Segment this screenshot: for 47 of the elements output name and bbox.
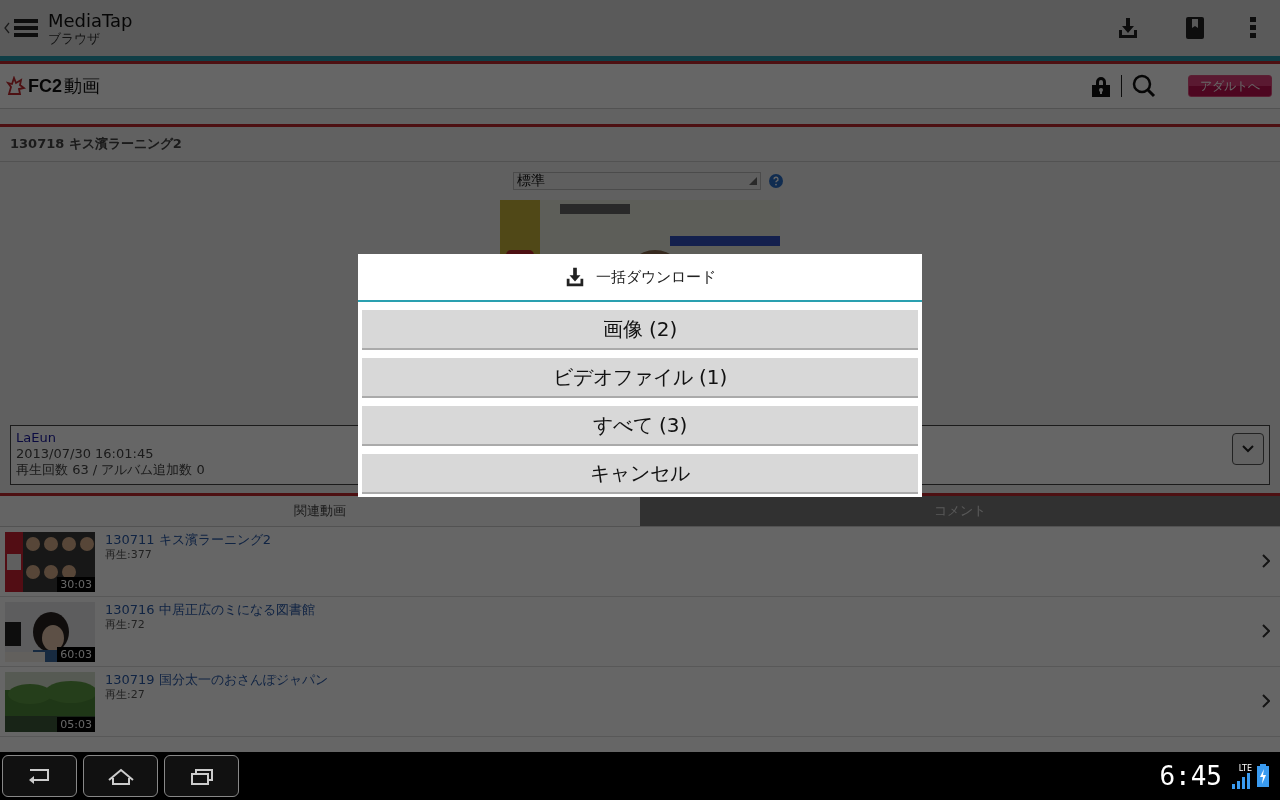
upload-date: 2013/07/30 16:01:45: [16, 446, 155, 462]
home-button[interactable]: [83, 755, 158, 797]
dropdown-arrow-icon: [749, 177, 757, 185]
book-icon[interactable]: [1184, 15, 1206, 41]
back-caret-icon[interactable]: [4, 22, 10, 34]
user-link[interactable]: LaEun: [16, 430, 205, 446]
back-button[interactable]: [2, 755, 77, 797]
video-title: 130718 キス濱ラーニング2: [10, 135, 182, 153]
dialog-option-button[interactable]: ビデオファイル (1): [362, 358, 918, 398]
play-count: 再生:377: [105, 548, 153, 562]
play-count: 再生:27: [105, 688, 146, 702]
recent-apps-button[interactable]: [164, 755, 239, 797]
play-count: 再生:72: [105, 618, 146, 632]
dialog-option-button[interactable]: キャンセル: [362, 454, 918, 494]
app-title: MediaTap: [48, 10, 133, 31]
video-title-link[interactable]: 130716 中居正広のミになる図書館: [105, 602, 1262, 618]
duration-label: 05:03: [57, 717, 95, 732]
dialog-option-button[interactable]: すべて (3): [362, 406, 918, 446]
site-logo-suffix[interactable]: 動画: [64, 74, 100, 98]
duration-label: 30:03: [57, 577, 95, 592]
adult-button[interactable]: アダルトへ: [1188, 75, 1272, 97]
clock: 6:45: [1159, 761, 1222, 791]
search-icon[interactable]: [1132, 74, 1156, 98]
expand-button[interactable]: [1232, 433, 1264, 465]
chevron-down-icon: [1242, 445, 1254, 453]
video-title-link[interactable]: 130711 キス濱ラーニング2: [105, 532, 1262, 548]
dialog-option-button[interactable]: 画像 (2): [362, 310, 918, 350]
chevron-right-icon: [1262, 694, 1270, 708]
download-icon: [564, 266, 586, 288]
lock-icon[interactable]: [1091, 75, 1111, 97]
download-icon[interactable]: [1116, 16, 1140, 40]
network-label: LTE: [1238, 763, 1252, 773]
logo-icon[interactable]: [6, 76, 26, 96]
view-stats: 再生回数 63 / アルバム追加数 0: [16, 462, 205, 478]
help-icon[interactable]: [769, 174, 783, 188]
select-value: 標準: [517, 172, 545, 190]
overflow-menu-icon[interactable]: [1250, 17, 1256, 39]
chevron-right-icon: [1262, 624, 1270, 638]
menu-icon[interactable]: [14, 18, 38, 38]
dialog-title: 一括ダウンロード: [596, 267, 716, 287]
app-subtitle: ブラウザ: [48, 30, 100, 46]
battery-charging-icon: [1256, 764, 1270, 788]
duration-label: 60:03: [57, 647, 95, 662]
signal-icon: [1232, 772, 1252, 789]
quality-select[interactable]: 標準: [513, 172, 761, 190]
site-logo[interactable]: FC2: [28, 75, 62, 97]
chevron-right-icon: [1262, 554, 1270, 568]
